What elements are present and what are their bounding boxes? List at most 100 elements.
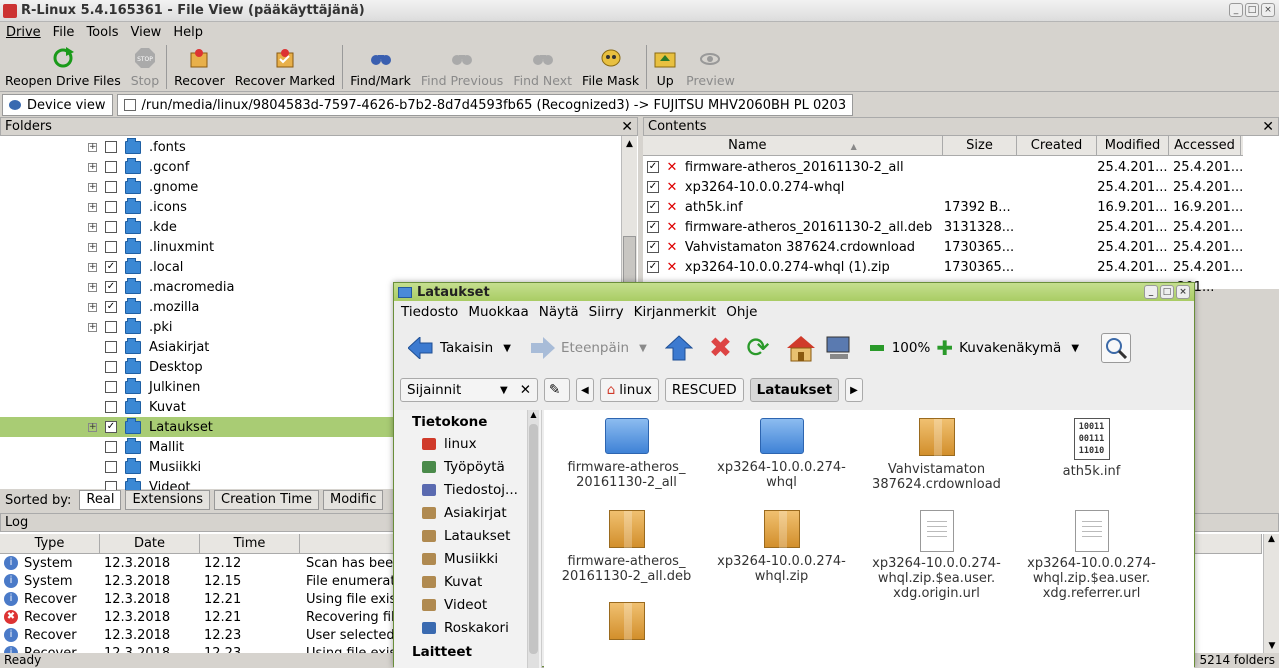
column-modified[interactable]: Modified: [1097, 136, 1169, 155]
computer-icon[interactable]: [824, 334, 852, 362]
file-checkbox[interactable]: ✓: [647, 241, 659, 253]
folder-tree-row[interactable]: + .linuxmint: [0, 237, 620, 257]
expander-icon[interactable]: +: [88, 242, 97, 252]
sort-tab-real[interactable]: Real: [79, 490, 122, 510]
expander-icon[interactable]: +: [88, 422, 97, 432]
folder-checkbox[interactable]: [105, 141, 117, 153]
menu-nayta[interactable]: Näytä: [534, 304, 584, 320]
file-checkbox[interactable]: ✓: [647, 221, 659, 233]
places-select[interactable]: Sijainnit ▼ ✕: [400, 378, 538, 402]
up-button[interactable]: Up: [649, 42, 681, 92]
file-icon-item[interactable]: Vahvistamaton 387624.crdownload: [859, 418, 1014, 492]
menu-tools[interactable]: Tools: [80, 25, 124, 40]
folder-checkbox[interactable]: ✓: [105, 261, 117, 273]
folder-checkbox[interactable]: [105, 381, 117, 393]
folder-checkbox[interactable]: ✓: [105, 301, 117, 313]
column-name[interactable]: Name ▲: [643, 136, 943, 155]
sidebar-item[interactable]: Musiikki: [422, 549, 498, 569]
find-mark-button[interactable]: Find/Mark: [345, 42, 416, 92]
column-time[interactable]: Time: [200, 534, 300, 553]
menu-tiedosto[interactable]: Tiedosto: [396, 304, 463, 320]
minimize-button[interactable]: _: [1229, 3, 1243, 17]
column-created[interactable]: Created: [1017, 136, 1097, 155]
expander-icon[interactable]: [88, 363, 97, 372]
sort-tab-creation-time[interactable]: Creation Time: [214, 490, 319, 510]
folder-checkbox[interactable]: [105, 401, 117, 413]
crumb-left-button[interactable]: ◀: [576, 378, 594, 402]
expander-icon[interactable]: [88, 443, 97, 452]
column-type[interactable]: Type: [0, 534, 100, 553]
content-row[interactable]: ✓ ✕ ath5k.inf 17392 B... 16.9.201... 16.9.201…: [643, 197, 1243, 217]
expander-icon[interactable]: +: [88, 302, 97, 312]
folder-checkbox[interactable]: [105, 441, 117, 453]
menu-drive[interactable]: Drive: [0, 25, 47, 40]
scroll-up-arrow[interactable]: ▲: [622, 136, 637, 152]
up-arrow-icon[interactable]: [664, 335, 693, 361]
preview-button[interactable]: Preview: [681, 42, 740, 92]
content-row[interactable]: ✓ ✕ xp3264-10.0.0.274-whql (1).zip 1730365.…: [643, 257, 1243, 277]
sidebar-item[interactable]: Videot: [422, 595, 487, 615]
find-previous-button[interactable]: Find Previous: [416, 42, 508, 92]
menu-file[interactable]: File: [47, 25, 81, 40]
content-row[interactable]: ✓ ✕ firmware-atheros_20161130-2_all 25.4.20…: [643, 157, 1243, 177]
crumb-lataukset[interactable]: Lataukset: [749, 378, 840, 402]
column-accessed[interactable]: Accessed: [1169, 136, 1241, 155]
folder-checkbox[interactable]: [105, 341, 117, 353]
folder-tree-row[interactable]: + .gnome: [0, 177, 620, 197]
folder-checkbox[interactable]: [105, 321, 117, 333]
folder-tree-row[interactable]: + .gconf: [0, 157, 620, 177]
stop-button[interactable]: STOP Stop: [126, 42, 164, 92]
folder-checkbox[interactable]: [105, 241, 117, 253]
file-checkbox[interactable]: ✓: [647, 161, 659, 173]
sidebar-item[interactable]: Työpöytä: [422, 457, 505, 477]
expander-icon[interactable]: +: [88, 262, 97, 272]
scroll-thumb[interactable]: [529, 424, 538, 654]
scroll-up-arrow[interactable]: ▲: [528, 410, 539, 419]
recover-marked-button[interactable]: Recover Marked: [230, 42, 341, 92]
expander-icon[interactable]: +: [88, 222, 97, 232]
scroll-down-arrow[interactable]: ▼: [1264, 641, 1279, 651]
stop-icon[interactable]: ✖: [709, 334, 732, 362]
folder-checkbox[interactable]: ✓: [105, 281, 117, 293]
minimize-button[interactable]: _: [1144, 285, 1158, 299]
folder-tree-row[interactable]: + .fonts: [0, 137, 620, 157]
search-button[interactable]: [1101, 333, 1132, 363]
file-checkbox[interactable]: ✓: [647, 181, 659, 193]
folder-tree-row[interactable]: + .icons: [0, 197, 620, 217]
crumb-rescued[interactable]: RESCUED: [664, 378, 744, 402]
folder-checkbox[interactable]: [105, 161, 117, 173]
file-icon-item[interactable]: firmware-atheros_ 20161130-2_all: [549, 418, 704, 490]
scroll-up-arrow[interactable]: ▲: [1264, 534, 1279, 544]
zoom-out-icon[interactable]: [869, 345, 884, 351]
expander-icon[interactable]: [88, 463, 97, 472]
column-size[interactable]: Size: [943, 136, 1017, 155]
folder-checkbox[interactable]: [105, 461, 117, 473]
file-icon-item[interactable]: xp3264-10.0.0.274- whql.zip.$ea.user. xd…: [1014, 510, 1169, 601]
sidebar-item[interactable]: linux: [422, 434, 477, 454]
expander-icon[interactable]: +: [88, 202, 97, 212]
folder-checkbox[interactable]: [105, 221, 117, 233]
close-icon[interactable]: ✕: [621, 119, 633, 135]
sidebar-item[interactable]: Kuvat: [422, 572, 482, 592]
expander-icon[interactable]: [88, 403, 97, 412]
folder-checkbox[interactable]: [105, 181, 117, 193]
expander-icon[interactable]: [88, 383, 97, 392]
column-date[interactable]: Date: [100, 534, 200, 553]
sidebar-item[interactable]: Asiakirjat: [422, 503, 507, 523]
file-icon-item[interactable]: xp3264-10.0.0.274- whql.zip: [704, 510, 859, 584]
file-icon-item[interactable]: xp3264-10.0.0.274- whql.zip.$ea.user. xd…: [859, 510, 1014, 601]
menu-view[interactable]: View: [124, 25, 167, 40]
close-icon[interactable]: ✕: [520, 382, 531, 398]
maximize-button[interactable]: □: [1160, 285, 1174, 299]
reopen-drive-files-button[interactable]: Reopen Drive Files: [0, 42, 126, 92]
close-button[interactable]: ×: [1261, 3, 1275, 17]
view-mode-select[interactable]: Kuvakenäkymä ▼: [959, 340, 1079, 356]
menu-muokkaa[interactable]: Muokkaa: [463, 304, 533, 320]
close-icon[interactable]: ✕: [1262, 119, 1274, 135]
menu-siirry[interactable]: Siirry: [584, 304, 629, 320]
tab-file-view[interactable]: /run/media/linux/9804583d-7597-4626-b7b2…: [116, 94, 854, 116]
sidebar-item[interactable]: Roskakori: [422, 618, 509, 638]
sort-tab-extensions[interactable]: Extensions: [125, 490, 211, 510]
folder-tree-row[interactable]: + ✓ .local: [0, 257, 620, 277]
file-icon-item[interactable]: [549, 602, 704, 646]
